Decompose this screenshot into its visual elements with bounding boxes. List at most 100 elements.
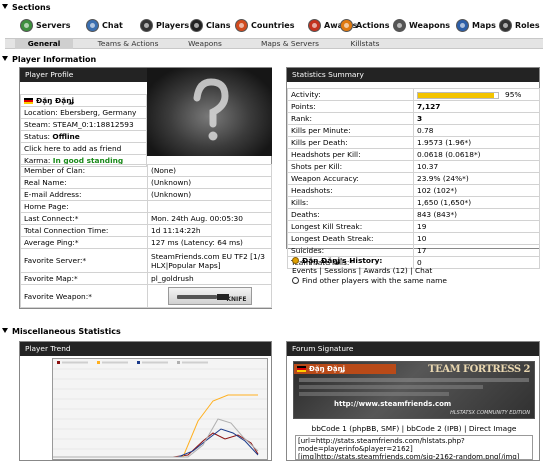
bbcode1-link[interactable]: bbCode 1 (phpBB, SMF) (312, 424, 400, 433)
table-row: Headshots per Kill: 0.0618 (0.0618*) (287, 148, 540, 161)
table-row: Member of Clan: (None) (20, 164, 272, 177)
countries-icon (235, 18, 248, 32)
history-box: Đặŋ Đặŋʝ's History: Events | Sessions | … (292, 256, 540, 286)
nav-maps[interactable]: Maps (456, 18, 496, 32)
tab-maps-servers[interactable]: Maps & Servers (245, 39, 335, 49)
player-profile-panel: Player Profile Đặŋ Đặŋʝ Location: Ebersb… (19, 67, 272, 309)
collapse-triangle-icon[interactable] (2, 328, 8, 333)
add-friend-link[interactable]: Click here to add as friend (20, 141, 147, 155)
nav-roles[interactable]: Roles (499, 18, 540, 32)
subnav: General Teams & Actions Weapons Maps & S… (5, 38, 543, 49)
statistics-summary-panel: Statistics Summary Activity: 95% Points:… (286, 67, 540, 269)
panel-title: Forum Signature (287, 342, 539, 356)
weapons-icon (393, 18, 406, 32)
panel-title: Player Trend (20, 342, 271, 356)
nav-servers[interactable]: Servers (20, 18, 70, 32)
tab-killstats[interactable]: Killstats (335, 39, 395, 49)
nav-clans[interactable]: Clans (190, 18, 230, 32)
activity-progress-fill (418, 92, 494, 98)
trend-chart (52, 358, 268, 460)
table-row: Deaths: 843 (843*) (287, 208, 540, 221)
player-name: Đặŋ Đặŋʝ (36, 95, 74, 105)
status-value: Offline (52, 131, 80, 141)
table-row: Kills: 1,650 (1,650*) (287, 196, 540, 209)
table-row: Suicides: 17 (287, 244, 540, 257)
table-row: Shots per Kill: 10.37 (287, 160, 540, 173)
collapse-triangle-icon[interactable] (2, 56, 8, 61)
trend-line (53, 394, 258, 458)
avatar-question-icon (193, 78, 229, 141)
trend-chart-svg (53, 361, 267, 458)
awards-link[interactable]: Awards (12) (364, 266, 408, 275)
sessions-link[interactable]: Sessions (324, 266, 356, 275)
awards-icon (308, 18, 321, 32)
table-row: Last Connect:* Mon. 24th Aug. 00:05:30 (20, 212, 272, 225)
nav-weapons[interactable]: Weapons (393, 18, 450, 32)
avatar (147, 68, 272, 156)
tab-teams-actions[interactable]: Teams & Actions (87, 39, 169, 49)
chat-icon (86, 18, 99, 32)
find-others-link[interactable]: Find other players with the same name (302, 276, 447, 285)
servers-icon (20, 18, 33, 32)
germany-flag-icon (297, 366, 306, 372)
players-icon (140, 18, 153, 32)
player-trend-panel: Player Trend (19, 341, 272, 461)
legend-label (142, 361, 168, 364)
chat-link[interactable]: Chat (415, 266, 432, 275)
table-row: Longest Death Streak: 10 (287, 232, 540, 245)
table-row: Average Ping:* 127 ms (Latency: 64 ms) (20, 236, 272, 249)
table-row: Weapon Accuracy: 23.9% (24%*) (287, 172, 540, 185)
forum-signature-panel: Forum Signature Đặŋ Đặŋʝ TEAM FORTRESS 2… (286, 341, 540, 461)
legend-label (182, 361, 208, 364)
table-row (20, 82, 147, 95)
trend-line (53, 432, 259, 458)
table-row: Rank: 3 (287, 112, 540, 125)
bbcode-textarea[interactable]: [url=http://stats.steamfriends.com/hlsta… (295, 435, 533, 460)
trend-line (53, 428, 259, 458)
table-row: Real Name: (Unknown) (20, 176, 272, 189)
bbcode-links: bbCode 1 (phpBB, SMF) | bbCode 2 (IPB) |… (311, 424, 517, 433)
legend-swatch (177, 361, 180, 364)
table-row: Longest Kill Streak: 19 (287, 220, 540, 233)
germany-flag-icon (24, 97, 33, 104)
nav-countries[interactable]: Countries (235, 18, 294, 32)
roles-icon (499, 18, 512, 32)
nav-chat[interactable]: Chat (86, 18, 123, 32)
nav-players[interactable]: Players (140, 18, 189, 32)
events-link[interactable]: Events (292, 266, 317, 275)
nav-actions[interactable]: Actions (340, 18, 389, 32)
legend-swatch (97, 361, 100, 364)
stats-table: Activity: 95% Points: 7,127 Rank: 3 Kills pe… (287, 88, 540, 269)
favorite-map-row: Favorite Map:* pl_goldrush (20, 272, 272, 285)
history-icon (292, 257, 299, 264)
legend-label (62, 361, 88, 364)
table-row: Total Connection Time: 1d 11:14:22h (20, 224, 272, 237)
favorite-server-row: Favorite Server:* SteamFriends.com EU TF2… (20, 248, 272, 273)
status-row: Status: Offline (20, 129, 147, 143)
activity-row: Activity: 95% (287, 88, 540, 101)
maps-icon (456, 18, 469, 32)
search-icon (292, 277, 299, 284)
collapse-triangle-icon[interactable] (2, 4, 8, 9)
location-row: Location: Ebersberg, Germany (20, 105, 147, 119)
knife-weapon-icon: KNIFE (167, 287, 252, 305)
tab-general[interactable]: General (15, 39, 73, 49)
panel-title: Player Profile (20, 68, 147, 82)
direct-image-link[interactable]: Direct Image (469, 424, 517, 433)
favorite-weapon-row: Favorite Weapon:* KNIFE (20, 284, 272, 308)
bbcode2-link[interactable]: bbCode 2 (IPB) (406, 424, 461, 433)
panel-title: Statistics Summary (287, 68, 539, 82)
activity-progress-bar (417, 91, 499, 99)
legend-swatch (57, 361, 60, 364)
table-row: Kills per Death: 1.9573 (1.96*) (287, 136, 540, 149)
table-row: Kills per Minute: 0.78 (287, 124, 540, 137)
tf2-logo: TEAM FORTRESS 2 (428, 364, 530, 375)
signature-banner: Đặŋ Đặŋʝ TEAM FORTRESS 2 http://www.stea… (293, 361, 535, 419)
player-name-row: Đặŋ Đặŋʝ (20, 93, 147, 107)
sections-header: Sections (2, 3, 50, 12)
history-links: Events | Sessions | Awards (12) | Chat (292, 266, 433, 275)
actions-icon (340, 18, 353, 32)
tab-weapons[interactable]: Weapons (175, 39, 235, 49)
steam-row: Steam: STEAM_0:1:18812593 (20, 117, 147, 131)
clans-icon (190, 18, 203, 32)
